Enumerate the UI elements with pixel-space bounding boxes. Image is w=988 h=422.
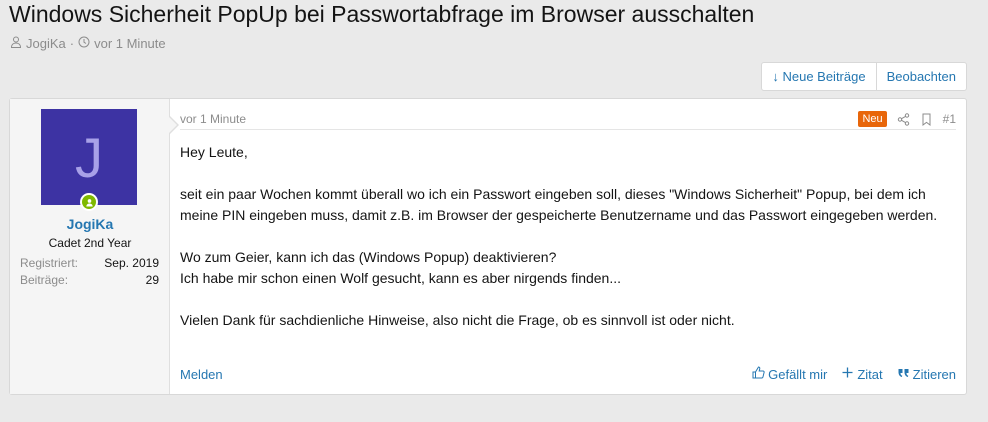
- quote-marks-icon: [897, 366, 910, 382]
- clock-icon: [78, 36, 90, 51]
- new-badge: Neu: [858, 111, 887, 127]
- share-icon[interactable]: [897, 112, 910, 126]
- post-paragraph: Wo zum Geier, kann ich das (Windows Popu…: [180, 249, 557, 265]
- avatar[interactable]: J: [41, 109, 137, 205]
- post-header: vor 1 Minute Neu #1: [180, 109, 956, 130]
- stat-label: Registriert:: [20, 256, 79, 270]
- stat-value: Sep. 2019: [104, 256, 159, 270]
- user-icon: [10, 36, 22, 51]
- thread-time[interactable]: vor 1 Minute: [94, 36, 166, 51]
- post-paragraph: seit ein paar Wochen kommt überall wo ic…: [180, 186, 938, 223]
- post-main-cell: vor 1 Minute Neu #1 Hey Leute, seit ein …: [170, 99, 966, 394]
- stat-value: 29: [145, 273, 159, 287]
- post: J JogiKa Cadet 2nd Year Registriert: Sep…: [9, 98, 967, 395]
- user-stat-registered: Registriert: Sep. 2019: [20, 256, 159, 270]
- thumbs-up-icon: [752, 366, 765, 382]
- report-link[interactable]: Melden: [180, 367, 223, 382]
- post-username[interactable]: JogiKa: [10, 216, 170, 232]
- meta-separator: ·: [69, 36, 75, 51]
- quote-label: Zitat: [857, 366, 883, 382]
- post-footer: Melden Gefällt mir Zitat Zitieren: [180, 366, 956, 382]
- stat-label: Beiträge:: [20, 273, 69, 287]
- post-time[interactable]: vor 1 Minute: [180, 112, 246, 126]
- quote-button[interactable]: Zitat: [841, 366, 883, 382]
- post-paragraph: Ich habe mir schon einen Wolf gesucht, k…: [180, 270, 622, 286]
- like-button[interactable]: Gefällt mir: [752, 366, 827, 382]
- like-label: Gefällt mir: [768, 366, 828, 382]
- post-body: Hey Leute, seit ein paar Wochen kommt üb…: [180, 142, 950, 352]
- bookmark-icon[interactable]: [920, 113, 933, 126]
- watch-button[interactable]: Beobachten: [875, 63, 966, 90]
- thread-meta: JogiKa · vor 1 Minute: [10, 36, 166, 51]
- post-user-cell: J JogiKa Cadet 2nd Year Registriert: Sep…: [10, 99, 170, 394]
- online-status-icon: [80, 193, 98, 211]
- post-paragraph: Hey Leute,: [180, 144, 248, 160]
- thread-title: Windows Sicherheit PopUp bei Passwortabf…: [9, 1, 755, 27]
- post-actions: Gefällt mir Zitat Zitieren: [752, 366, 956, 382]
- reply-button[interactable]: Zitieren: [897, 366, 956, 382]
- reply-label: Zitieren: [912, 366, 956, 382]
- new-posts-button[interactable]: ↓ Neue Beiträge: [762, 63, 875, 90]
- user-title: Cadet 2nd Year: [48, 236, 132, 250]
- post-paragraph: Vielen Dank für sachdienliche Hinweise, …: [180, 312, 735, 328]
- plus-icon: [841, 366, 854, 382]
- post-number[interactable]: #1: [943, 112, 956, 126]
- thread-author[interactable]: JogiKa: [26, 36, 66, 51]
- user-stat-posts: Beiträge: 29: [20, 273, 159, 287]
- thread-actions: ↓ Neue Beiträge Beobachten: [761, 62, 967, 91]
- avatar-letter: J: [75, 125, 103, 189]
